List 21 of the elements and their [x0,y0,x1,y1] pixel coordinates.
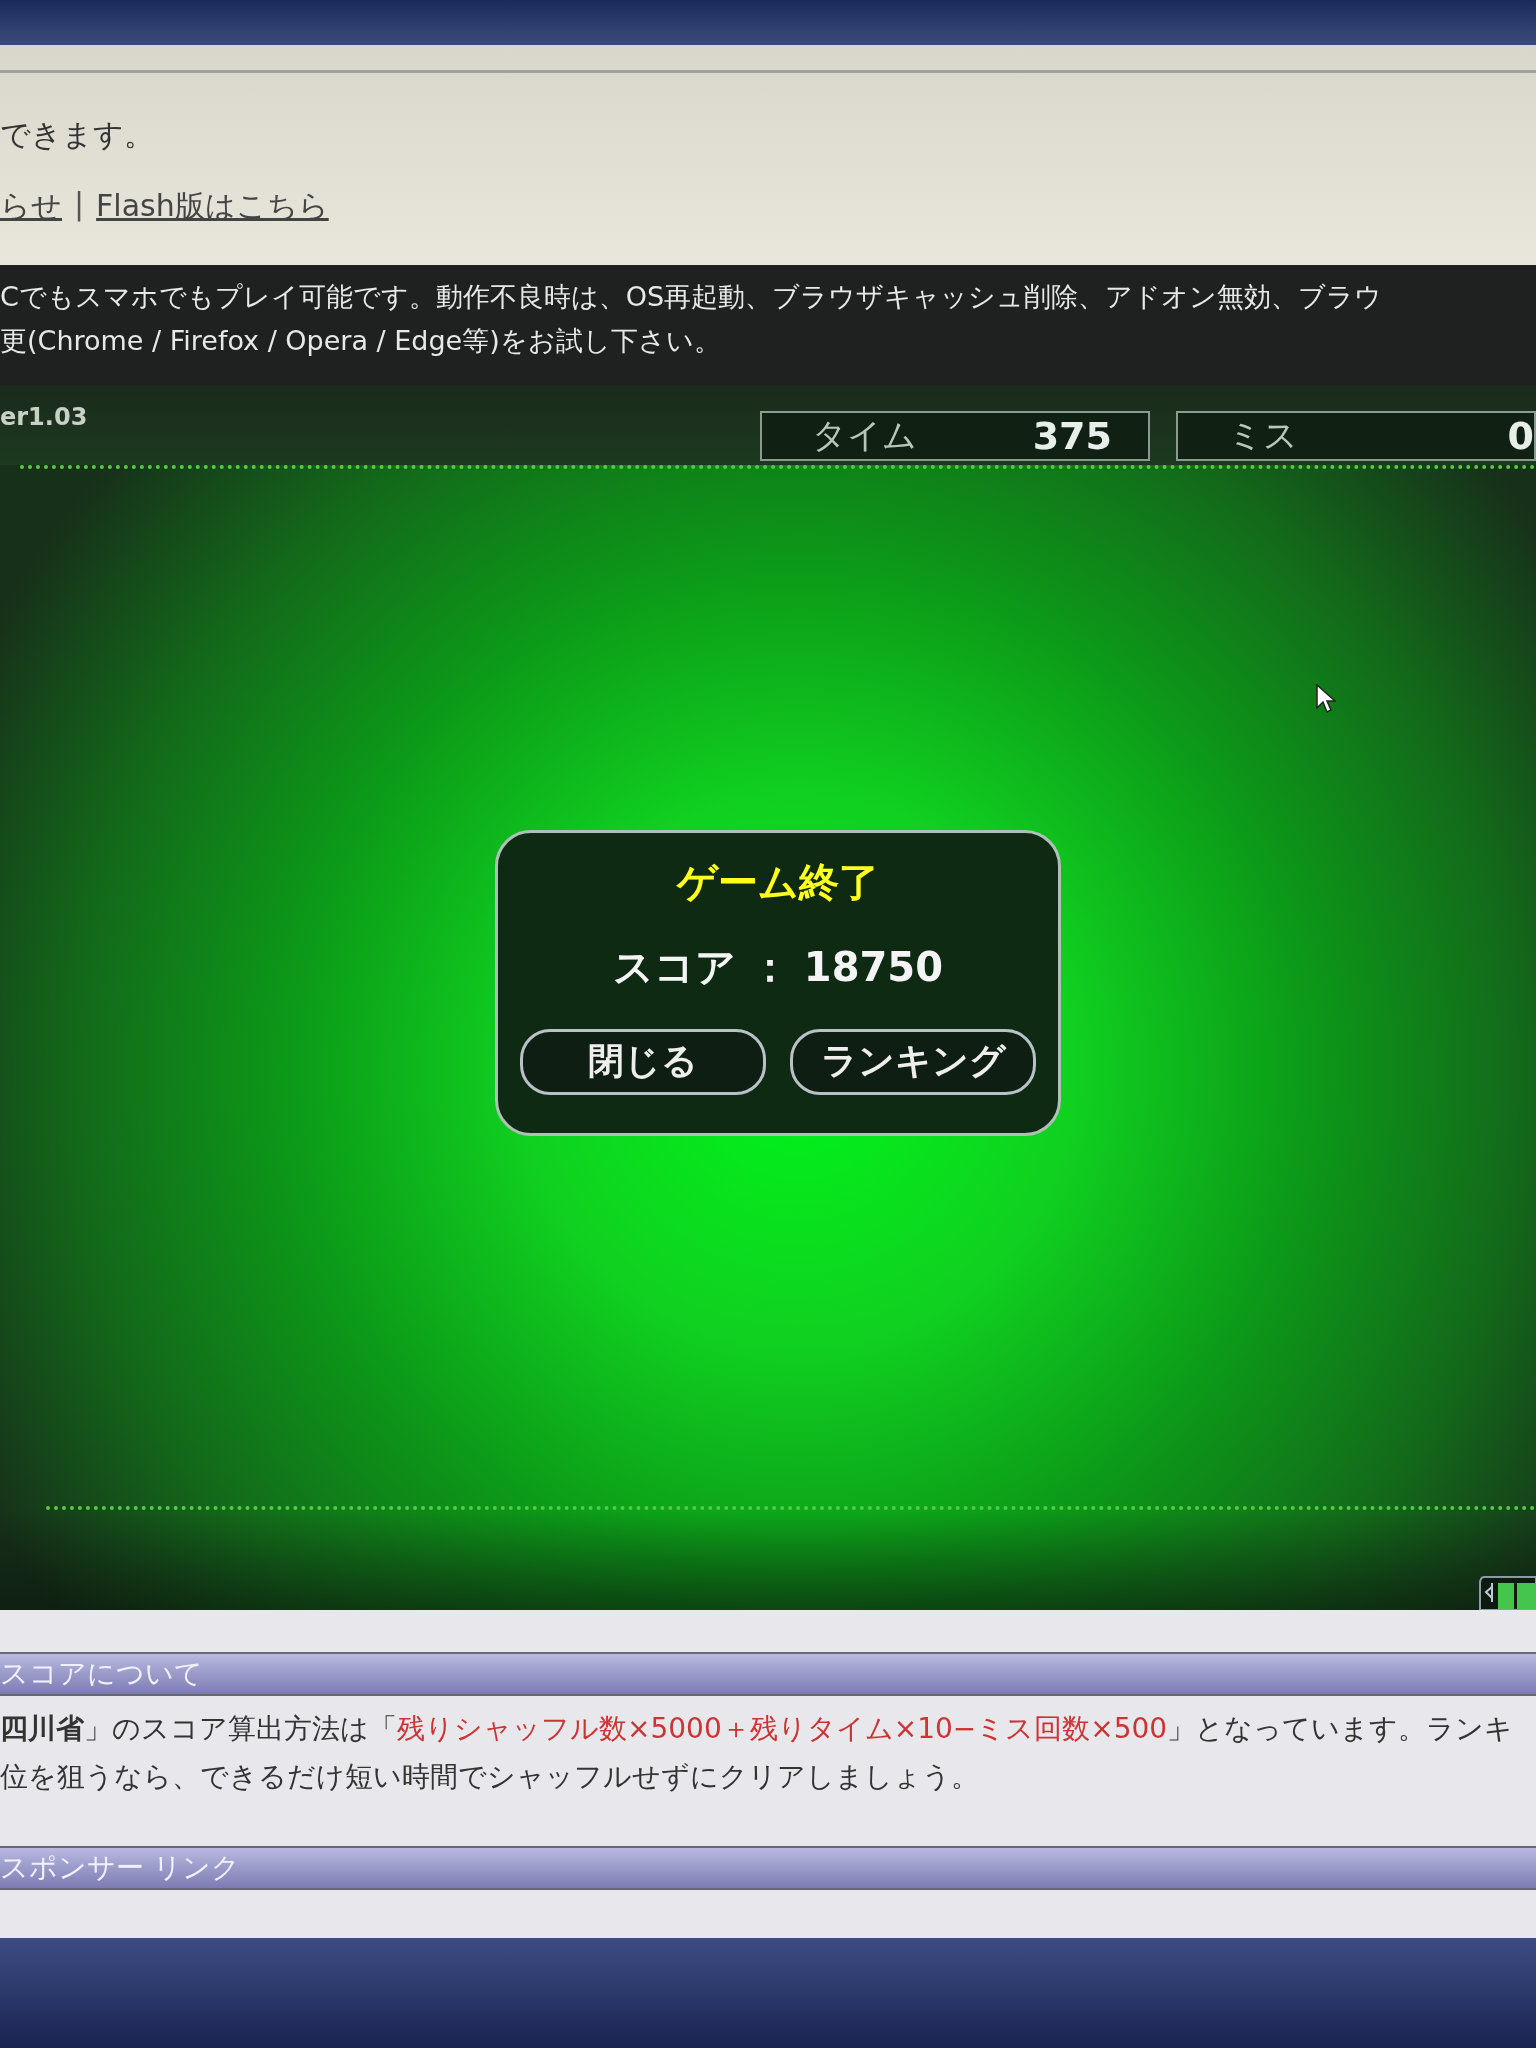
mouse-pointer-icon [1316,684,1336,714]
link[interactable]: Flash版はこちら [96,186,329,227]
volume-icon [1476,1574,1536,1610]
separator-text: | [74,186,85,224]
dialog-button[interactable]: 閉じる [520,1028,766,1095]
link[interactable]: らせ [0,186,62,227]
stat-value: 0 [1507,414,1534,458]
section-heading: スポンサー リンク [0,1846,1536,1890]
dialog-title: ゲーム終了 [677,857,879,907]
section-heading: スコアについて [0,1652,1536,1696]
dialog-button[interactable]: ランキング [790,1028,1036,1095]
stat-label: ミス [1228,414,1298,457]
paragraph-text: 四川省」のスコア算出方法は「残りシャッフル数×5000＋残りタイム×10−ミス回数×500」となっています。ランキ [0,1711,1515,1747]
stat-value: 375 [1032,414,1112,458]
score-text: スコア ： 18750 [613,942,943,992]
stat-label: タイム [812,414,917,457]
info-text: Cでもスマホでもプレイ可能です。動作不良時は、OS再起動、ブラウザキャッシュ削除、アドオン無効、ブラウ [0,280,1384,314]
notice-text: できます。 [0,116,155,154]
version-label: er1.03 [0,403,88,431]
info-text: 更(Chrome / Firefox / Opera / Edge等)をお試し下さい。 [0,324,722,358]
paragraph-text: 位を狙うなら、できるだけ短い時間でシャッフルせずにクリアしましょう。 [0,1759,980,1795]
